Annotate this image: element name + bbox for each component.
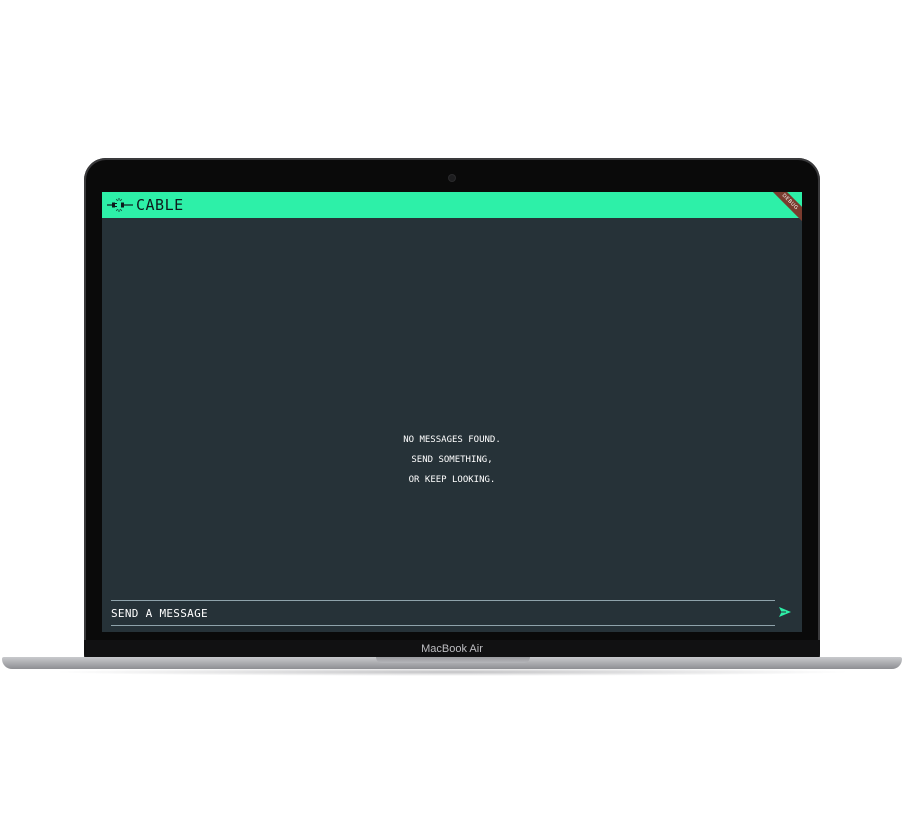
send-button[interactable] — [778, 605, 792, 619]
model-label: MacBook Air — [421, 643, 483, 655]
empty-state-message: NO MESSAGES FOUND. SEND SOMETHING, OR KE… — [102, 425, 802, 495]
camera-icon — [449, 175, 455, 181]
empty-state-line: NO MESSAGES FOUND. — [403, 435, 501, 445]
base-shadow — [50, 668, 854, 676]
app-bar: CABLE DEBUG — [102, 192, 802, 227]
app-title: CABLE — [136, 196, 184, 214]
laptop-mockup: CABLE DEBUG NO MESSAGES FOUND. SEND SOME… — [0, 0, 904, 840]
empty-state-line: OR KEEP LOOKING. — [408, 475, 496, 485]
send-arrow-icon — [779, 607, 791, 617]
message-composer — [111, 600, 775, 626]
plug-cable-icon — [107, 198, 133, 212]
empty-state-line: SEND SOMETHING, — [411, 455, 493, 465]
app-screen: CABLE DEBUG NO MESSAGES FOUND. SEND SOME… — [102, 192, 802, 632]
message-input[interactable] — [111, 603, 775, 623]
debug-banner: DEBUG — [765, 192, 802, 227]
laptop-notch — [376, 657, 530, 663]
